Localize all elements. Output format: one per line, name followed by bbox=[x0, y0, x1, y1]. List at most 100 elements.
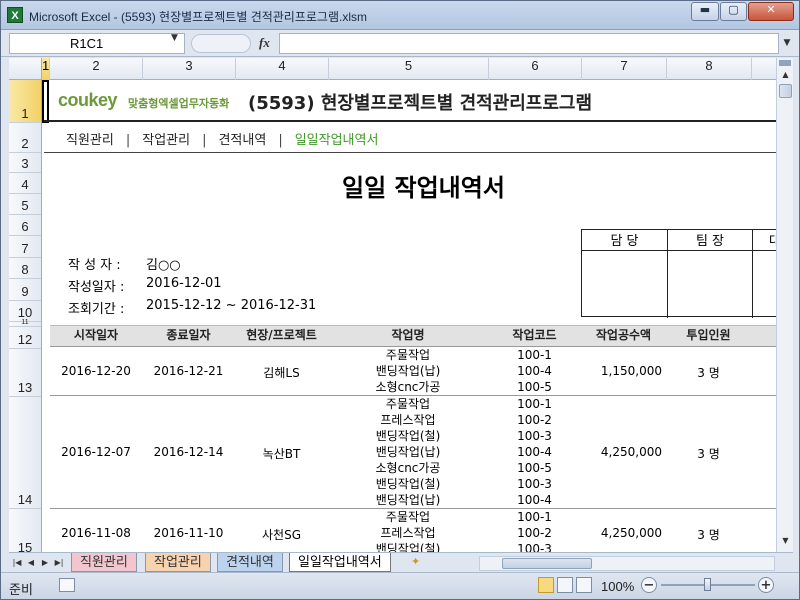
sheet-content[interactable]: coukey 맞춤형엑셀업무자동화 (5593) 현장별프로젝트별 견적관리프로… bbox=[42, 80, 776, 552]
nav-employee-management[interactable]: 직원관리 bbox=[66, 129, 114, 148]
tab-daily-work-report[interactable]: 일일작업내역서 bbox=[289, 553, 391, 572]
period-value[interactable]: 2015-12-12 ~ 2016-12-31 bbox=[146, 298, 316, 313]
row-header[interactable]: 13 bbox=[9, 349, 41, 397]
cell-labor-amount[interactable]: 1,150,000 bbox=[581, 364, 662, 378]
column-header[interactable]: 4 bbox=[236, 58, 329, 80]
th-start-date[interactable]: 시작일자 bbox=[50, 326, 142, 348]
zoom-level[interactable]: 100% bbox=[601, 579, 634, 594]
cell-site[interactable]: 김해LS bbox=[235, 364, 328, 381]
name-box[interactable]: R1C1 bbox=[9, 33, 185, 54]
table-row[interactable]: 2016-12-20 2016-12-21 김해LS 주물작업 밴딩작업(납) … bbox=[50, 347, 776, 396]
column-header[interactable]: 3 bbox=[143, 58, 236, 80]
cell-task-codes[interactable]: 100-1 100-2 100-3 100-4 100-5 100-3 100-… bbox=[488, 396, 581, 508]
horizontal-scroll-thumb[interactable] bbox=[502, 558, 592, 569]
zoom-out-icon[interactable]: − bbox=[641, 577, 657, 593]
cell-labor-amount[interactable]: 4,250,000 bbox=[581, 445, 662, 459]
row-header[interactable]: 15 bbox=[9, 509, 41, 552]
cell-workers[interactable]: 3 명 bbox=[666, 445, 751, 462]
tab-work-management[interactable]: 작업관리 bbox=[145, 553, 211, 572]
cell-task-names[interactable]: 주물작업 프레스작업 밴딩작업(철) bbox=[328, 509, 488, 552]
nav-work-management[interactable]: 작업관리 bbox=[142, 129, 190, 148]
column-header[interactable]: 7 bbox=[582, 58, 667, 80]
cell-workers[interactable]: 3 명 bbox=[666, 526, 751, 543]
expand-formula-bar-icon[interactable]: ▼ bbox=[779, 33, 795, 54]
title-bar[interactable]: X Microsoft Excel - (5593) 현장별프로젝트별 견적관리… bbox=[1, 1, 799, 30]
column-header[interactable]: 2 bbox=[50, 58, 143, 80]
row-header[interactable]: 2 bbox=[9, 123, 41, 153]
th-end-date[interactable]: 종료일자 bbox=[142, 326, 235, 348]
normal-view-icon[interactable] bbox=[538, 577, 554, 593]
th-task-code[interactable]: 작업코드 bbox=[488, 326, 581, 348]
task-code: 100-5 bbox=[517, 461, 552, 475]
page-layout-view-icon[interactable] bbox=[557, 577, 573, 593]
row-header[interactable]: 6 bbox=[9, 215, 41, 236]
th-site-project[interactable]: 현장/프로젝트 bbox=[235, 326, 328, 348]
tab-employee-management[interactable]: 직원관리 bbox=[71, 553, 137, 572]
th-task-name[interactable]: 작업명 bbox=[328, 326, 488, 348]
task-code: 100-4 bbox=[517, 445, 552, 459]
vertical-scrollbar[interactable]: ▲ ▼ bbox=[776, 58, 793, 552]
scroll-up-icon[interactable]: ▲ bbox=[778, 68, 793, 82]
row-header[interactable]: 4 bbox=[9, 173, 41, 194]
row-header[interactable]: 14 bbox=[9, 397, 41, 509]
cell-labor-amount[interactable]: 4,250,000 bbox=[581, 526, 662, 540]
cell-start-date[interactable]: 2016-11-08 bbox=[50, 526, 142, 540]
nav-daily-work-report[interactable]: 일일작업내역서 bbox=[295, 129, 379, 148]
excel-app-icon[interactable]: X bbox=[7, 7, 23, 23]
vertical-scroll-thumb[interactable] bbox=[779, 84, 792, 98]
formula-input[interactable] bbox=[279, 33, 779, 54]
prev-sheet-icon[interactable]: ◀ bbox=[25, 556, 37, 570]
row-header[interactable]: 12 bbox=[9, 327, 41, 349]
th-labor-amount[interactable]: 작업공수액 bbox=[581, 326, 666, 348]
cell-site[interactable]: 사천SG bbox=[235, 526, 328, 543]
insert-sheet-icon[interactable]: ✦ bbox=[411, 555, 429, 570]
cell-task-names[interactable]: 주물작업 밴딩작업(납) 소형cnc가공 bbox=[328, 347, 488, 395]
zoom-slider-thumb[interactable] bbox=[704, 578, 711, 591]
row-header[interactable]: 5 bbox=[9, 194, 41, 215]
close-button[interactable]: ✕ bbox=[748, 2, 794, 21]
last-sheet-icon[interactable]: ▶| bbox=[53, 556, 65, 570]
next-sheet-icon[interactable]: ▶ bbox=[39, 556, 51, 570]
select-all-corner[interactable] bbox=[9, 58, 42, 80]
insert-function-icon[interactable]: fx bbox=[259, 35, 270, 51]
name-box-dropdown-icon[interactable]: ▼ bbox=[171, 33, 178, 43]
formula-bar-splitter[interactable] bbox=[191, 34, 251, 53]
cell-end-date[interactable]: 2016-12-14 bbox=[142, 445, 235, 459]
zoom-in-icon[interactable]: + bbox=[758, 577, 774, 593]
scroll-down-icon[interactable]: ▼ bbox=[778, 534, 793, 548]
cell-end-date[interactable]: 2016-11-10 bbox=[142, 526, 235, 540]
column-header[interactable] bbox=[752, 58, 776, 80]
row-header[interactable]: 7 bbox=[9, 236, 41, 258]
th-workers[interactable]: 투입인원 bbox=[666, 326, 751, 348]
cell-site[interactable]: 녹산BT bbox=[235, 445, 328, 462]
column-header[interactable]: 1 bbox=[42, 58, 50, 80]
split-handle[interactable] bbox=[779, 60, 791, 66]
author-value[interactable]: 김○○ bbox=[146, 254, 181, 273]
horizontal-scrollbar[interactable] bbox=[479, 556, 775, 571]
page-break-view-icon[interactable] bbox=[576, 577, 592, 593]
column-header[interactable]: 8 bbox=[667, 58, 752, 80]
nav-estimate-history[interactable]: 견적내역 bbox=[218, 129, 266, 148]
first-sheet-icon[interactable]: |◀ bbox=[11, 556, 23, 570]
active-cell-cursor[interactable] bbox=[42, 80, 49, 123]
row-header[interactable]: 3 bbox=[9, 153, 41, 173]
tab-estimate-history[interactable]: 견적내역 bbox=[217, 553, 283, 572]
cell-start-date[interactable]: 2016-12-20 bbox=[50, 364, 142, 378]
column-header[interactable]: 6 bbox=[489, 58, 582, 80]
table-row[interactable]: 2016-12-07 2016-12-14 녹산BT 주물작업 프레스작업 밴딩… bbox=[50, 396, 776, 509]
maximize-button[interactable]: ▢ bbox=[720, 2, 747, 21]
cell-start-date[interactable]: 2016-12-07 bbox=[50, 445, 142, 459]
date-value[interactable]: 2016-12-01 bbox=[146, 276, 222, 291]
cell-task-names[interactable]: 주물작업 프레스작업 밴딩작업(철) 밴딩작업(납) 소형cnc가공 밴딩작업(… bbox=[328, 396, 488, 508]
cell-workers[interactable]: 3 명 bbox=[666, 364, 751, 381]
cell-task-codes[interactable]: 100-1 100-4 100-5 bbox=[488, 347, 581, 395]
record-macro-icon[interactable] bbox=[59, 578, 75, 592]
row-header[interactable]: 8 bbox=[9, 258, 41, 279]
row-header[interactable]: 1 bbox=[9, 80, 41, 123]
table-row[interactable]: 2016-11-08 2016-11-10 사천SG 주물작업 프레스작업 밴딩… bbox=[50, 509, 776, 552]
column-header[interactable]: 5 bbox=[329, 58, 489, 80]
row-header[interactable]: 9 bbox=[9, 279, 41, 301]
cell-end-date[interactable]: 2016-12-21 bbox=[142, 364, 235, 378]
minimize-button[interactable]: ▬ bbox=[691, 2, 719, 21]
cell-task-codes[interactable]: 100-1 100-2 100-3 bbox=[488, 509, 581, 552]
